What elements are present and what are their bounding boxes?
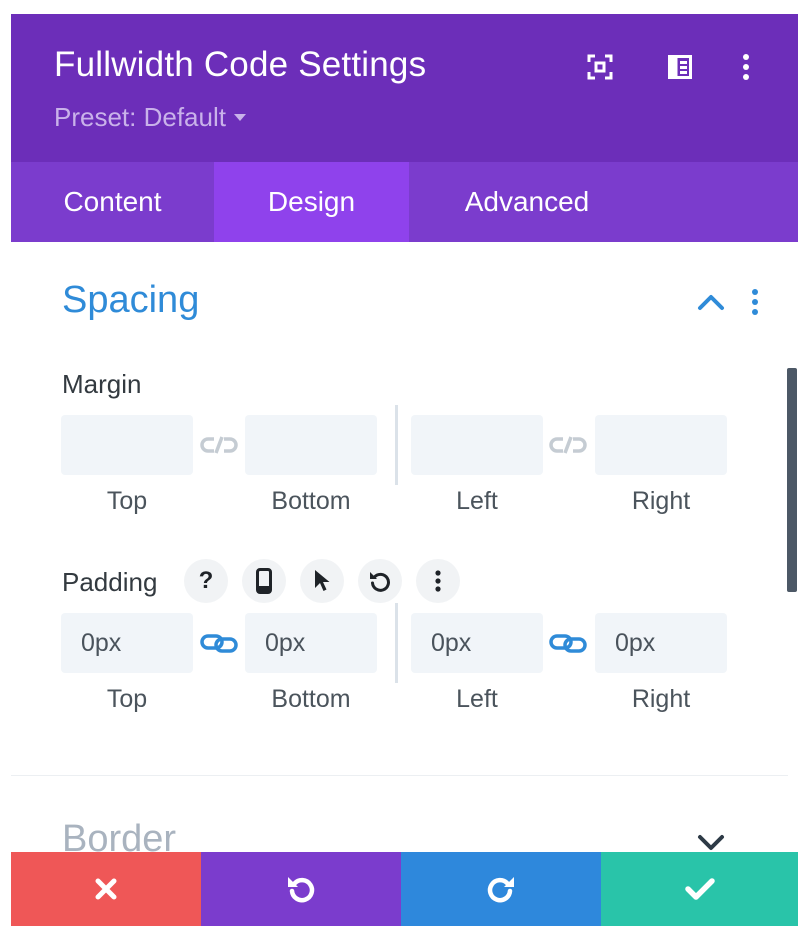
tab-bar: Content Design Advanced bbox=[11, 162, 798, 242]
link-icon[interactable] bbox=[199, 628, 239, 658]
settings-modal: Fullwidth Code Settings Preset: Default bbox=[11, 14, 798, 940]
mobile-icon[interactable] bbox=[242, 559, 286, 603]
chevron-up-icon[interactable] bbox=[697, 292, 725, 312]
section-more-icon[interactable] bbox=[751, 289, 761, 315]
link-icon[interactable] bbox=[548, 628, 588, 658]
margin-left-label: Left bbox=[456, 487, 498, 515]
close-icon bbox=[95, 878, 117, 900]
undo-icon bbox=[288, 877, 315, 903]
redo-button[interactable] bbox=[401, 852, 601, 926]
tab-design[interactable]: Design bbox=[214, 162, 409, 242]
padding-bottom-input[interactable]: 0px bbox=[245, 613, 377, 673]
sidebar-layout-icon[interactable] bbox=[665, 52, 695, 82]
reset-icon[interactable] bbox=[358, 559, 402, 603]
margin-right-input[interactable] bbox=[595, 415, 727, 475]
tab-content[interactable]: Content bbox=[11, 162, 214, 242]
padding-top-label: Top bbox=[106, 685, 148, 713]
chevron-down-icon[interactable] bbox=[697, 832, 725, 852]
tab-advanced[interactable]: Advanced bbox=[409, 162, 645, 242]
margin-top-input[interactable] bbox=[61, 415, 193, 475]
padding-right-label: Right bbox=[631, 685, 691, 713]
section-divider bbox=[11, 775, 788, 776]
modal-title: Fullwidth Code Settings bbox=[54, 45, 427, 84]
modal-header: Fullwidth Code Settings Preset: Default bbox=[11, 14, 798, 162]
help-icon[interactable]: ? bbox=[184, 559, 228, 603]
caret-down-icon bbox=[233, 114, 246, 121]
padding-top-input[interactable]: 0px bbox=[61, 613, 193, 673]
margin-label: Margin bbox=[62, 369, 142, 399]
expand-icon[interactable] bbox=[585, 52, 615, 82]
undo-button[interactable] bbox=[201, 852, 401, 926]
cancel-button[interactable] bbox=[11, 852, 201, 926]
more-vertical-icon[interactable] bbox=[416, 559, 460, 603]
preset-dropdown[interactable]: Preset: Default bbox=[54, 102, 246, 133]
scrollbar-thumb[interactable] bbox=[787, 368, 797, 592]
more-vertical-icon[interactable] bbox=[731, 52, 761, 82]
unlink-icon[interactable] bbox=[548, 430, 588, 460]
padding-left-input[interactable]: 0px bbox=[411, 613, 543, 673]
save-button[interactable] bbox=[601, 852, 798, 926]
spacing-section-title[interactable]: Spacing bbox=[62, 279, 199, 322]
margin-top-label: Top bbox=[106, 487, 148, 515]
check-icon bbox=[684, 878, 715, 900]
padding-left-label: Left bbox=[456, 685, 498, 713]
padding-bottom-label: Bottom bbox=[271, 685, 351, 713]
field-divider bbox=[395, 405, 398, 485]
preset-label: Preset: Default bbox=[54, 102, 226, 132]
padding-right-input[interactable]: 0px bbox=[595, 613, 727, 673]
field-divider bbox=[395, 603, 398, 683]
margin-bottom-input[interactable] bbox=[245, 415, 377, 475]
unlink-icon[interactable] bbox=[199, 430, 239, 460]
padding-label: Padding bbox=[62, 567, 158, 597]
margin-bottom-label: Bottom bbox=[271, 487, 351, 515]
modal-footer bbox=[11, 852, 798, 926]
redo-icon bbox=[487, 877, 514, 903]
margin-right-label: Right bbox=[631, 487, 691, 515]
cursor-icon[interactable] bbox=[300, 559, 344, 603]
margin-left-input[interactable] bbox=[411, 415, 543, 475]
